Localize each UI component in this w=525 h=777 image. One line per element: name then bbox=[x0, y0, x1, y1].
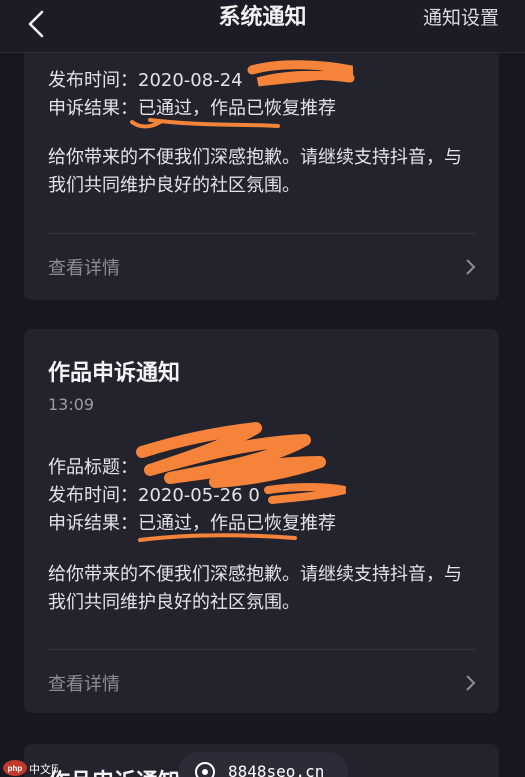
divider bbox=[48, 233, 476, 234]
notification-title: 作品申诉通知 bbox=[48, 764, 180, 777]
publish-time-value: 2020-08-24 bbox=[138, 70, 243, 91]
view-details-button[interactable]: 查看详情 bbox=[24, 246, 499, 286]
notification-screen: 发布时间：2020-08-24 申诉结果：已通过，作品已恢复推荐 给你带来的不便… bbox=[0, 0, 525, 777]
chevron-right-icon bbox=[466, 259, 476, 275]
publish-time-label: 发布时间： bbox=[48, 485, 138, 506]
notification-settings-button[interactable]: 通知设置 bbox=[423, 0, 499, 36]
top-bar: 系统通知 通知设置 bbox=[0, 0, 525, 53]
appeal-result-value: 已通过，作品已恢复推荐 bbox=[138, 98, 336, 119]
svg-text:中文网: 中文网 bbox=[29, 762, 58, 776]
appeal-result-row: 申诉结果：已通过，作品已恢复推荐 bbox=[48, 94, 336, 120]
appeal-result-value: 已通过，作品已恢复推荐 bbox=[138, 513, 336, 534]
view-details-button[interactable]: 查看详情 bbox=[24, 662, 499, 702]
work-title-row: 作品标题： bbox=[48, 453, 138, 479]
notification-body: 给你带来的不便我们深感抱歉。请继续支持抖音，与我们共同维护良好的社区氛围。 bbox=[48, 564, 462, 613]
publish-time-label: 发布时间： bbox=[48, 70, 138, 91]
publish-time-row: 发布时间：2020-05-26 0 bbox=[48, 481, 260, 507]
site-watermark-text: 8848seo.cn bbox=[228, 762, 325, 777]
php-logo-watermark: php 中文网 bbox=[3, 760, 58, 776]
appeal-result-label: 申诉结果： bbox=[48, 513, 138, 534]
notification-card: 发布时间：2020-08-24 申诉结果：已通过，作品已恢复推荐 给你带来的不便… bbox=[24, 36, 499, 300]
notification-card: 作品申诉通知 13:09 作品标题： 发布时间：2020-05-26 0 申诉结… bbox=[24, 329, 499, 713]
scan-icon bbox=[195, 762, 215, 777]
work-title-label: 作品标题： bbox=[48, 457, 138, 478]
chevron-right-icon bbox=[466, 675, 476, 691]
appeal-result-row: 申诉结果：已通过，作品已恢复推荐 bbox=[48, 509, 336, 535]
publish-time-row: 发布时间：2020-08-24 bbox=[48, 66, 243, 92]
view-details-label: 查看详情 bbox=[48, 258, 120, 279]
view-details-label: 查看详情 bbox=[48, 674, 120, 695]
publish-time-value: 2020-05-26 0 bbox=[138, 485, 260, 506]
divider bbox=[48, 649, 476, 650]
notification-body: 给你带来的不便我们深感抱歉。请继续支持抖音，与我们共同维护良好的社区氛围。 bbox=[48, 147, 462, 196]
notification-title: 作品申诉通知 bbox=[48, 361, 181, 386]
svg-text:php: php bbox=[8, 764, 23, 773]
notification-time: 13:09 bbox=[48, 395, 95, 414]
site-watermark: 8848seo.cn bbox=[178, 752, 348, 777]
appeal-result-label: 申诉结果： bbox=[48, 98, 138, 119]
